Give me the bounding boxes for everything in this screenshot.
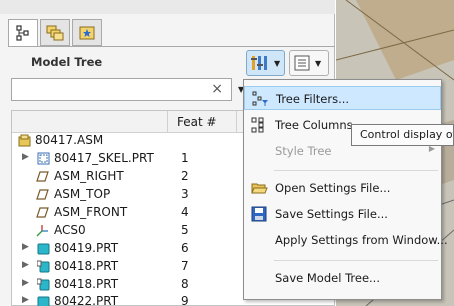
tree-row-label: ASM_RIGHT xyxy=(54,169,124,183)
panel-title: Model Tree xyxy=(31,55,103,69)
feat-number: 3 xyxy=(181,187,189,201)
tooltip: Control display of mo xyxy=(351,124,454,146)
column-divider[interactable] xyxy=(167,111,168,133)
menu-item-apply-settings[interactable]: Apply Settings from Window... xyxy=(244,228,448,252)
expand-arrow-icon[interactable]: ▶ xyxy=(22,152,29,162)
panel-top-strip xyxy=(0,0,335,14)
menu-item-save-settings[interactable]: Save Settings File... xyxy=(244,202,441,226)
menu-item-open-settings[interactable]: Open Settings File... xyxy=(244,176,441,200)
feat-number: 8 xyxy=(181,277,189,291)
menu-separator xyxy=(274,260,438,261)
tab-divider xyxy=(8,46,335,47)
chevron-down-icon: ▼ xyxy=(315,58,322,68)
tab-folder-browser[interactable] xyxy=(40,19,70,46)
tree-row-label: ASM_TOP xyxy=(54,187,111,201)
part-icon xyxy=(37,260,50,273)
tree-show-button[interactable]: ▼ xyxy=(289,50,329,76)
feat-number: 5 xyxy=(181,223,189,237)
feat-number: 1 xyxy=(181,151,189,165)
tree-row-label: 80422.PRT xyxy=(54,294,119,306)
tree-columns-icon xyxy=(251,117,264,133)
tree-row-label: 80419.PRT xyxy=(54,241,119,255)
folder-browser-icon xyxy=(46,25,64,40)
menu-item-label: Tree Filters... xyxy=(276,92,350,106)
chevron-down-icon: ▼ xyxy=(274,58,281,68)
tree-filters-icon xyxy=(252,91,268,106)
tree-settings-button[interactable]: ▼ xyxy=(246,50,285,76)
menu-item-label: Open Settings File... xyxy=(275,181,391,195)
tree-settings-menu: Tree Filters... Tree Columns... Style Tr… xyxy=(243,79,448,300)
tree-row-label: 80417.ASM xyxy=(35,133,104,147)
menu-item-label: Save Settings File... xyxy=(275,207,388,221)
part-icon xyxy=(37,278,50,291)
tab-model-tree[interactable] xyxy=(8,19,38,47)
tree-settings-icon xyxy=(251,56,267,70)
tree-row-label: 80418.PRT xyxy=(54,277,119,291)
assembly-icon xyxy=(18,134,31,147)
coordinate-system-icon xyxy=(36,225,48,237)
tree-row-label: ASM_FRONT xyxy=(54,205,128,219)
skeleton-part-icon xyxy=(37,152,50,165)
expand-arrow-icon[interactable]: ▶ xyxy=(22,295,29,305)
feat-number: 7 xyxy=(181,259,189,273)
datum-plane-icon xyxy=(36,207,49,218)
datum-plane-icon xyxy=(36,189,49,200)
menu-item-save-model-tree[interactable]: Save Model Tree... xyxy=(244,266,441,290)
menu-item-label: Save Model Tree... xyxy=(275,271,380,285)
menu-item-tree-filters[interactable]: Tree Filters... xyxy=(244,86,441,110)
search-input[interactable]: × xyxy=(11,78,232,101)
part-icon xyxy=(37,296,50,306)
tree-row-label: ACS0 xyxy=(54,223,86,237)
feat-number: 6 xyxy=(181,241,189,255)
expand-arrow-icon[interactable]: ▶ xyxy=(22,242,29,252)
feat-number: 9 xyxy=(181,294,189,306)
navigator-tabs xyxy=(8,19,102,47)
save-disk-icon xyxy=(251,206,267,222)
column-divider[interactable] xyxy=(236,111,237,133)
favorites-icon xyxy=(79,26,95,39)
tree-show-icon xyxy=(294,55,310,71)
menu-item-label: Apply Settings from Window... xyxy=(275,233,448,247)
column-header-feat[interactable]: Feat # xyxy=(177,115,217,129)
menu-item-label: Style Tree xyxy=(275,144,332,158)
clear-icon[interactable]: × xyxy=(211,81,223,97)
part-icon xyxy=(37,243,50,255)
feat-number: 4 xyxy=(181,205,189,219)
tab-favorites[interactable] xyxy=(72,19,102,46)
tree-row-label: 80417_SKEL.PRT xyxy=(54,151,154,165)
open-folder-icon xyxy=(251,183,268,194)
expand-arrow-icon[interactable]: ▶ xyxy=(22,260,29,270)
tree-row-label: 80418.PRT xyxy=(54,259,119,273)
model-tree-icon xyxy=(16,25,29,41)
datum-plane-icon xyxy=(36,171,49,182)
feat-number: 2 xyxy=(181,169,189,183)
expand-arrow-icon[interactable]: ▶ xyxy=(22,278,29,288)
menu-separator xyxy=(274,170,438,171)
